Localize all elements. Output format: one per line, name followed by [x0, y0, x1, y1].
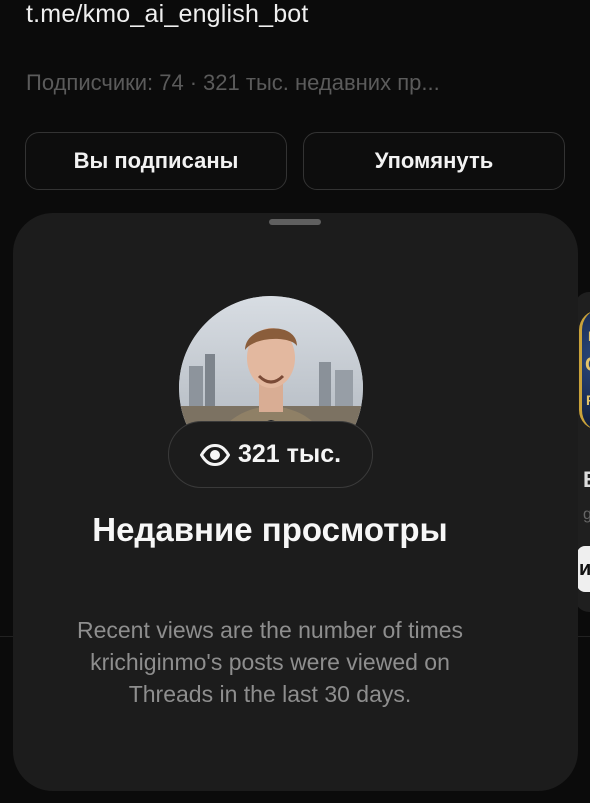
- thumb-text-bottom: R: [586, 392, 590, 408]
- separator: ·: [189, 70, 198, 95]
- followers-count: Подписчики: 74: [26, 70, 184, 95]
- recent-views-summary: 321 тыс. недавних пр...: [203, 70, 440, 95]
- mention-button[interactable]: Упомянуть: [303, 132, 565, 190]
- sheet-title: Недавние просмотры: [92, 511, 448, 548]
- views-count: 321 тыс.: [237, 440, 342, 468]
- suggested-profile-thumbnail: EA C R: [579, 310, 590, 430]
- views-count-pill: 321 тыс.: [168, 421, 373, 488]
- thumb-text-mid: C: [585, 354, 590, 377]
- sheet-drag-handle[interactable]: [269, 219, 321, 225]
- following-button[interactable]: Вы подписаны: [25, 132, 287, 190]
- profile-link[interactable]: t.me/kmo_ai_english_bot: [26, 0, 309, 29]
- followers-summary[interactable]: Подписчики: 74 · 321 тыс. недавних пр...: [26, 70, 440, 96]
- suggested-profile-button[interactable]: и: [577, 546, 590, 592]
- suggested-profile-subtitle: g: [583, 506, 590, 523]
- eye-icon: [199, 443, 231, 466]
- suggested-profile-name: E: [583, 467, 590, 493]
- sheet-description: Recent views are the number of times kri…: [76, 617, 464, 707]
